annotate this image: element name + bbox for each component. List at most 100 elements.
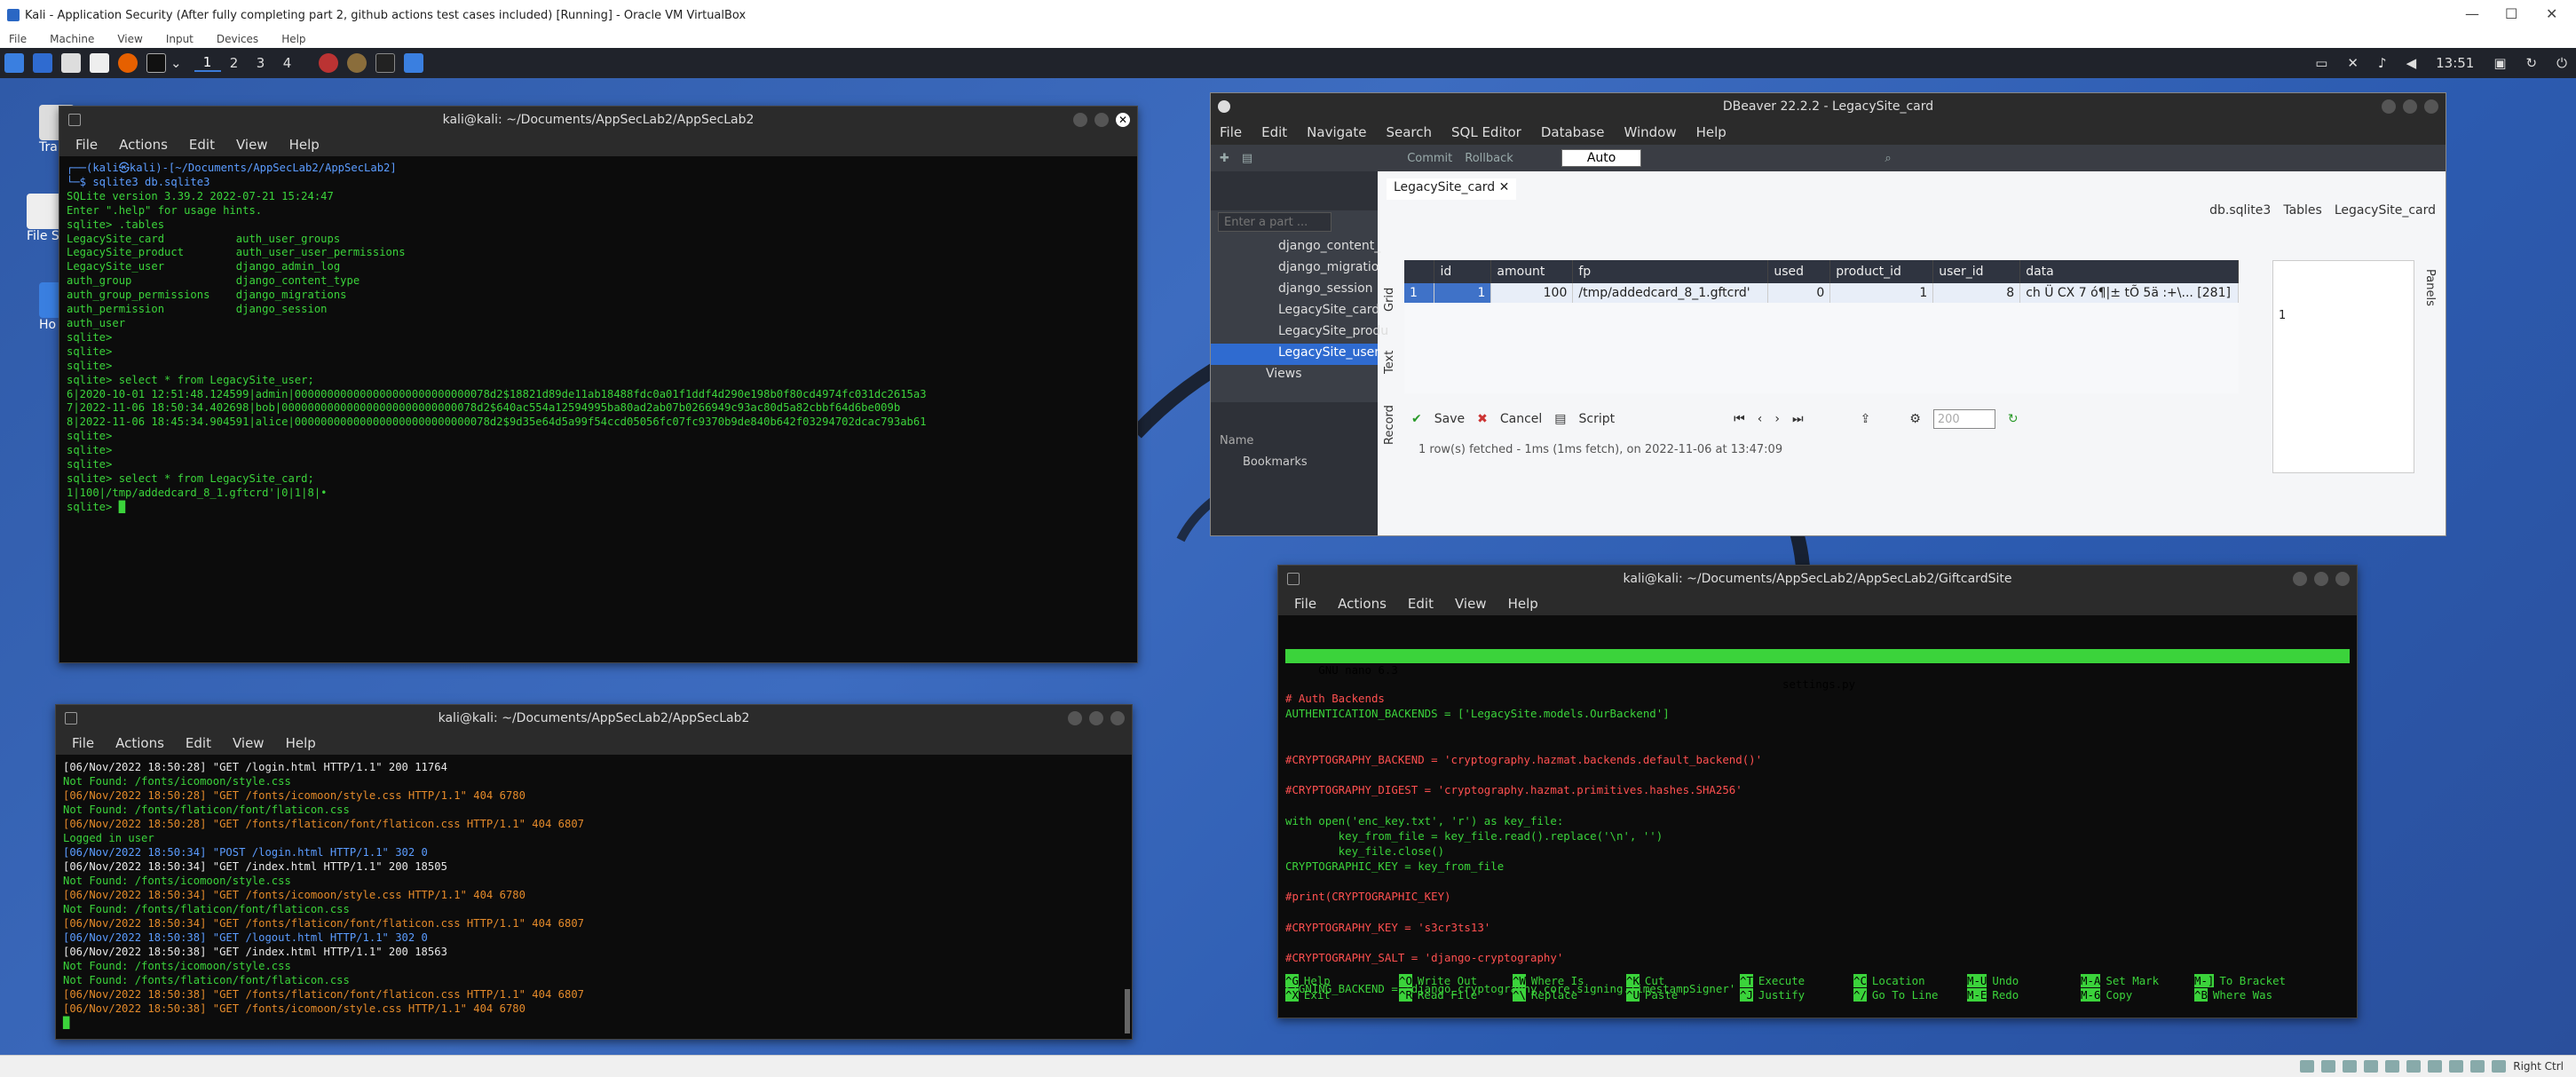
dbeaver-title-bar[interactable]: DBeaver 22.2.2 - LegacySite_card [1211, 93, 2446, 120]
nano-shortcut[interactable]: ^G Help [1285, 974, 1399, 988]
script-icon[interactable]: ▤ [1554, 412, 1566, 426]
power-icon[interactable]: ⏻ [2556, 55, 2567, 71]
minimize-icon[interactable]: — [2465, 5, 2479, 22]
nano-shortcut[interactable]: ^J Justify [1740, 988, 1853, 1002]
column-header-product-id[interactable]: product_id [1829, 260, 1934, 283]
cell-used[interactable]: 0 [1767, 283, 1831, 303]
minimize-icon[interactable] [2382, 99, 2396, 114]
nano-editor[interactable]: GNU nano 6.3 settings.py # Auth Backends… [1278, 615, 2357, 1018]
tree-item-legacysite-user[interactable]: LegacySite_user [1211, 344, 1379, 365]
volume-icon[interactable]: ◀ [2406, 55, 2417, 71]
menu-edit[interactable]: Edit [189, 137, 215, 153]
column-header-user-id[interactable]: user_id [1932, 260, 2021, 283]
menu-file[interactable]: File [75, 137, 98, 153]
network-icon[interactable] [2364, 1060, 2379, 1073]
vbox-menu-help[interactable]: Help [281, 33, 305, 45]
minimize-icon[interactable] [1073, 113, 1087, 127]
dbeaver-task-icon[interactable] [346, 53, 367, 73]
new-connection-icon[interactable]: ✚ [1220, 152, 1229, 165]
vbox-menu-machine[interactable]: Machine [50, 33, 94, 45]
vbox-menu-input[interactable]: Input [166, 33, 194, 45]
cancel-icon[interactable]: ✖ [1477, 412, 1488, 426]
search-icon[interactable]: ⌕ [1885, 152, 1891, 165]
editor-tab-legacysite-card[interactable]: LegacySite_card ✕ [1387, 178, 1517, 200]
maximize-icon[interactable] [2403, 99, 2417, 114]
tree-item-django-content[interactable]: django_content_ [1211, 237, 1380, 258]
window-menu-icon[interactable] [68, 114, 81, 126]
export-icon[interactable]: ⇪ [1861, 412, 1871, 426]
cell-fp[interactable]: /tmp/addedcard_8_1.gftcrd' [1572, 283, 1769, 303]
menu-navigate[interactable]: Navigate [1307, 124, 1366, 140]
menu-sql-editor[interactable]: SQL Editor [1451, 124, 1521, 140]
nano-shortcut[interactable]: ^X Exit [1285, 988, 1399, 1002]
maximize-icon[interactable] [1094, 113, 1109, 127]
display-icon[interactable] [2428, 1060, 2443, 1073]
menu-help[interactable]: Help [289, 137, 320, 153]
dbeaver-window[interactable]: DBeaver 22.2.2 - LegacySite_card File Ed… [1210, 92, 2446, 536]
nano-shortcut[interactable]: ^B Where Was [2194, 988, 2308, 1002]
cd-icon[interactable] [2321, 1060, 2336, 1073]
folder-task-icon[interactable] [403, 53, 423, 73]
breadcrumb-tables[interactable]: Tables [2283, 203, 2322, 218]
desktop-icon-filesystem[interactable]: File S [27, 194, 62, 243]
workspace-3[interactable]: 3 [248, 55, 274, 71]
terminal-window-sqlite[interactable]: kali@kali: ~/Documents/AppSecLab2/AppSec… [59, 106, 1138, 663]
nano-shortcut[interactable]: M-6 Copy [2081, 988, 2194, 1002]
refresh-icon[interactable]: ↻ [2526, 55, 2538, 71]
nano-shortcut[interactable]: ^W Where Is [1513, 974, 1626, 988]
previous-page-icon[interactable]: ‹ [1758, 412, 1763, 426]
row-number[interactable]: 1 [1404, 283, 1435, 303]
mouse-integration-icon[interactable] [2492, 1060, 2507, 1073]
close-icon[interactable] [2424, 99, 2438, 114]
network-off-icon[interactable]: ✕ [2347, 55, 2359, 71]
terminal-title-bar[interactable]: kali@kali: ~/Documents/AppSecLab2/AppSec… [59, 107, 1137, 133]
tab-grid[interactable]: Grid [1383, 267, 1396, 312]
cell-id[interactable]: 1 [1434, 283, 1492, 303]
cell-user-id[interactable]: 8 [1932, 283, 2021, 303]
text-editor-icon[interactable] [90, 53, 109, 73]
menu-help[interactable]: Help [1508, 596, 1538, 612]
window-menu-icon[interactable] [1287, 573, 1300, 585]
cell-data[interactable]: ch Ü CX 7 ó¶|± tÕ 5ä :+\... [281] [2019, 283, 2239, 303]
maximize-icon[interactable]: ☐ [2505, 5, 2517, 22]
nano-shortcut[interactable]: ^R Read File [1399, 988, 1513, 1002]
terminal-task-icon[interactable] [375, 53, 395, 73]
nano-shortcut[interactable]: ^K Cut [1626, 974, 1740, 988]
save-icon[interactable]: ✔ [1411, 412, 1422, 426]
nano-shortcut[interactable]: ^O Write Out [1399, 974, 1513, 988]
terminal-output[interactable]: ┌──(kali㉿kali)-[~/Documents/AppSecLab2/A… [59, 156, 1137, 662]
nano-shortcut[interactable]: M-E Redo [1967, 988, 2081, 1002]
cell-amount[interactable]: 100 [1490, 283, 1574, 303]
minimize-icon[interactable] [2293, 572, 2307, 586]
table-row[interactable]: 1 1 100 /tmp/addedcard_8_1.gftcrd' 0 1 8… [1404, 283, 2239, 303]
nano-shortcut[interactable]: M-] To Bracket [2194, 974, 2308, 988]
refresh-icon[interactable]: ↻ [2008, 412, 2019, 426]
menu-edit[interactable]: Edit [186, 735, 211, 751]
window-menu-icon[interactable] [65, 712, 77, 725]
show-desktop-icon[interactable] [33, 53, 52, 73]
last-page-icon[interactable]: ⏭ [1792, 412, 1804, 426]
script-button[interactable]: Script [1579, 412, 1616, 426]
column-header-amount[interactable]: amount [1490, 260, 1574, 283]
clock[interactable]: 13:51 [2436, 55, 2474, 71]
notification-bell-icon[interactable]: ♪ [2378, 55, 2387, 71]
recording-icon[interactable] [2449, 1060, 2464, 1073]
cancel-button[interactable]: Cancel [1500, 412, 1542, 426]
menu-help[interactable]: Help [286, 735, 316, 751]
results-table[interactable]: id amount fp used product_id user_id dat… [1404, 260, 2239, 303]
menu-actions[interactable]: Actions [1338, 596, 1387, 612]
nano-shortcut[interactable]: ^/ Go To Line [1853, 988, 1967, 1002]
close-icon[interactable] [1110, 711, 1125, 725]
menu-edit[interactable]: Edit [1408, 596, 1434, 612]
file-manager-icon[interactable] [61, 53, 81, 73]
terminal-title-bar[interactable]: kali@kali: ~/Documents/AppSecLab2/AppSec… [1278, 566, 2357, 592]
menu-view[interactable]: View [1455, 596, 1487, 612]
menu-database[interactable]: Database [1541, 124, 1605, 140]
terminal-window-server-log[interactable]: kali@kali: ~/Documents/AppSecLab2/AppSec… [55, 704, 1133, 1040]
vbox-menu-devices[interactable]: Devices [217, 33, 258, 45]
menu-file[interactable]: File [1294, 596, 1316, 612]
value-panel-content[interactable]: 1 [2279, 309, 2286, 322]
menu-view[interactable]: View [236, 137, 268, 153]
fetch-limit-input[interactable] [1932, 409, 1995, 429]
nano-shortcut[interactable]: ^U Paste [1626, 988, 1740, 1002]
